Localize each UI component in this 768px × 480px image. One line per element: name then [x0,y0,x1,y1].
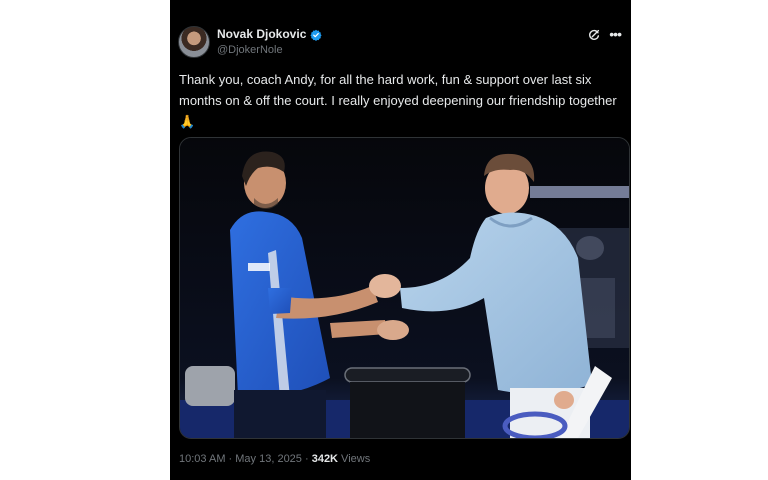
author-handle[interactable]: @DjokerNole [217,44,322,56]
photo-illustration [180,138,629,438]
more-options-icon[interactable]: ••• [609,26,622,42]
previous-content-fragment: · · · [214,0,231,5]
tweet-date[interactable]: May 13, 2025 [235,453,302,465]
meta-separator: · [225,453,236,465]
views-label: Views [338,453,371,465]
author-names: Novak Djokovic @DjokerNole [217,27,322,56]
tweet-card: · · · Novak Djokovic @DjokerNole ••• [170,0,631,480]
meta-separator-2: · [301,453,312,465]
views-count: 342K [311,453,338,465]
display-name[interactable]: Novak Djokovic [217,27,306,41]
tweet-header: Novak Djokovic @DjokerNole ••• [178,26,623,60]
tweet-text: Thank you, coach Andy, for all the hard … [179,72,617,129]
display-name-row: Novak Djokovic [217,27,322,41]
avatar[interactable] [178,26,210,58]
grok-icon[interactable] [587,28,601,42]
tweet-time[interactable]: 10:03 AM [179,453,225,465]
verified-badge-icon [310,28,322,41]
tweet-media-photo[interactable] [179,137,630,439]
tweet-meta: 10:03 AM · May 13, 2025 · 342K Views [179,453,370,465]
